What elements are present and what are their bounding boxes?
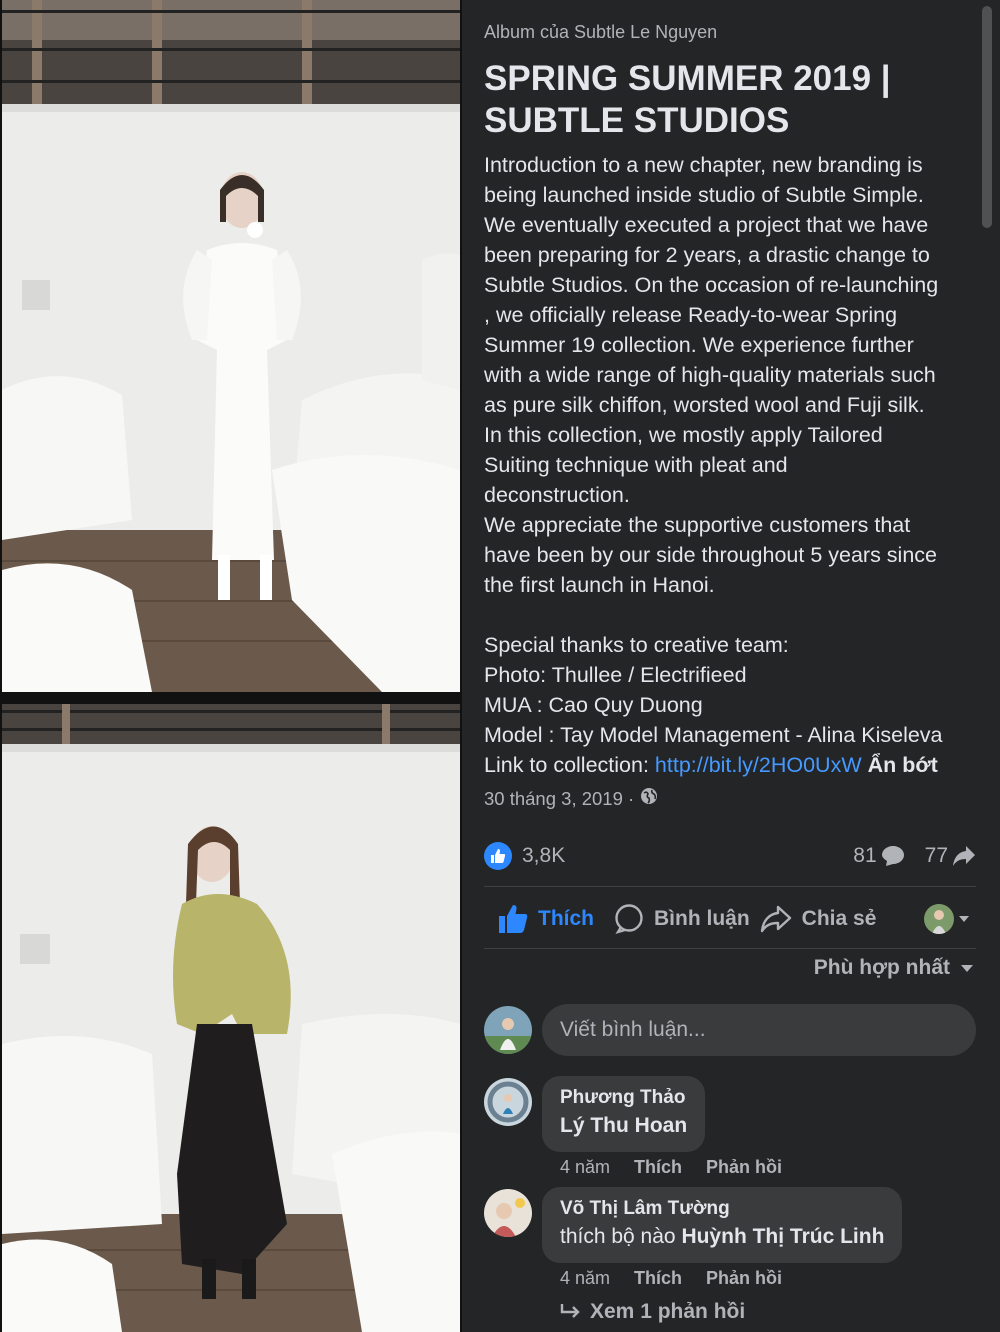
post-date: 30 tháng 3, 2019 · [484, 787, 658, 810]
comment-mention[interactable]: Lý Thu Hoan [560, 1114, 687, 1137]
comment-author[interactable]: Võ Thị Lâm Tường [560, 1197, 884, 1221]
comment-count-value: 81 [853, 844, 877, 867]
comment-meta: 4 năm Thích Phản hồi [560, 1157, 782, 1178]
comment-input[interactable]: Viết bình luận... [542, 1004, 976, 1056]
comment-button[interactable]: Bình luận [614, 904, 750, 934]
user-avatar-small [924, 904, 954, 934]
credits-line: Photo: Thullee / Electrifieed [484, 663, 747, 687]
divider-top [484, 886, 976, 887]
comment-reply-link[interactable]: Phản hồi [706, 1268, 782, 1289]
current-user-avatar[interactable] [484, 1006, 532, 1054]
like-label: Thích [538, 907, 594, 930]
view-replies-label: Xem 1 phản hồi [590, 1300, 746, 1323]
divider-bottom [484, 948, 976, 949]
description-line: Suiting technique with pleat and [484, 453, 788, 477]
album-description: Introduction to a new chapter, new brand… [484, 150, 984, 780]
comment-like-link[interactable]: Thích [634, 1268, 682, 1289]
description-text: Introduction to a new chapter, new brand… [484, 150, 984, 600]
description-line: Summer 19 collection. We experience furt… [484, 333, 914, 357]
comment-like-link[interactable]: Thích [634, 1157, 682, 1178]
collection-link-line: Link to collection: http://bit.ly/2HO0Ux… [484, 750, 984, 780]
comment-icon [615, 904, 643, 934]
share-count-value: 77 [924, 844, 948, 867]
share-icon [760, 905, 791, 933]
thumbs-up-icon [499, 905, 528, 933]
caret-down-icon [959, 916, 969, 922]
comment-bubble: Phương Thảo Lý Thu Hoan [542, 1076, 706, 1152]
album-photo-yellow-top[interactable] [2, 704, 460, 1332]
comment-age[interactable]: 4 năm [560, 1157, 610, 1178]
description-line: We appreciate the supportive customers t… [484, 513, 911, 537]
description-line: being launched inside studio of Subtle S… [484, 183, 924, 207]
engagement-stats: 81 77 [839, 844, 976, 868]
action-bar: Thích Bình luận Chia sẻ [484, 895, 976, 943]
share-button[interactable]: Chia sẻ [760, 904, 877, 934]
comment-reply-link[interactable]: Phản hồi [706, 1157, 782, 1178]
description-line: , we officially release Ready-to-wear Sp… [484, 303, 898, 327]
view-replies-link[interactable]: Xem 1 phản hồi [560, 1300, 745, 1324]
comment-text: Lý Thu Hoan [560, 1110, 687, 1142]
comment-body: thích bộ nào [560, 1225, 682, 1248]
album-photo-white-dress[interactable] [2, 0, 460, 692]
share-arrow-icon [953, 846, 975, 866]
description-line: In this collection, we mostly apply Tail… [484, 423, 883, 447]
reaction-as-selector[interactable] [924, 904, 970, 934]
like-reaction-icon[interactable] [484, 842, 512, 870]
commenter-avatar[interactable] [484, 1078, 532, 1126]
credits-line: Special thanks to creative team: [484, 633, 789, 657]
credits-line: MUA : Cao Quy Duong [484, 693, 703, 717]
description-line: Subtle Studios. On the occasion of re-la… [484, 273, 939, 297]
album-title: SPRING SUMMER 2019 | SUBTLE STUDIOS [484, 59, 891, 140]
comment-bubble: Võ Thị Lâm Tường thích bộ nào Huỳnh Thị … [542, 1187, 903, 1263]
link-prefix: Link to collection: [484, 753, 649, 777]
commenter-avatar[interactable] [484, 1189, 532, 1237]
description-line: We eventually executed a project that we… [484, 213, 929, 237]
description-line: have been by our side throughout 5 years… [484, 543, 937, 567]
album-detail-panel: Album của Subtle Le Nguyen SPRING SUMMER… [462, 0, 1000, 1332]
photo-column [0, 0, 462, 1332]
reply-arrow-icon [560, 1304, 580, 1318]
see-less-button[interactable]: Ẩn bớt [868, 753, 938, 777]
sort-label: Phù hợp nhất [813, 956, 950, 979]
collection-link[interactable]: http://bit.ly/2HO0UxW [655, 753, 862, 777]
share-label: Chia sẻ [801, 907, 877, 930]
comment-count[interactable]: 81 [853, 844, 904, 868]
reaction-count[interactable]: 3,8K [522, 844, 565, 868]
comment-meta: 4 năm Thích Phản hồi [560, 1268, 782, 1289]
album-owner[interactable]: Album của Subtle Le Nguyen [484, 22, 717, 43]
credits-text: Special thanks to creative team: Photo: T… [484, 630, 984, 750]
share-count[interactable]: 77 [925, 844, 976, 868]
comment-text: thích bộ nào Huỳnh Thị Trúc Linh [560, 1221, 884, 1253]
like-button[interactable]: Thích [498, 904, 594, 934]
globe-icon [640, 787, 658, 810]
comment-author[interactable]: Phương Thảo [560, 1086, 687, 1110]
description-line: the first launch in Hanoi. [484, 573, 715, 597]
description-line: deconstruction. [484, 483, 630, 507]
comment-label: Bình luận [654, 907, 750, 930]
comment-mention[interactable]: Huỳnh Thị Trúc Linh [681, 1225, 884, 1248]
reactions-bar: 3,8K 81 77 [484, 838, 976, 874]
credits-line: Model : Tay Model Management - Alina Kis… [484, 723, 943, 747]
post-date-text[interactable]: 30 tháng 3, 2019 · [484, 788, 634, 810]
description-line: as pure silk chiffon, worsted wool and F… [484, 393, 925, 417]
caret-down-icon [961, 964, 973, 972]
comment-sort-dropdown[interactable]: Phù hợp nhất [814, 956, 974, 980]
comment-bubble-icon [881, 846, 904, 866]
description-line: with a wide range of high-quality materi… [484, 363, 936, 387]
description-line: been preparing for 2 years, a drastic ch… [484, 243, 930, 267]
comment-age[interactable]: 4 năm [560, 1268, 610, 1289]
description-line: Introduction to a new chapter, new brand… [484, 153, 923, 177]
